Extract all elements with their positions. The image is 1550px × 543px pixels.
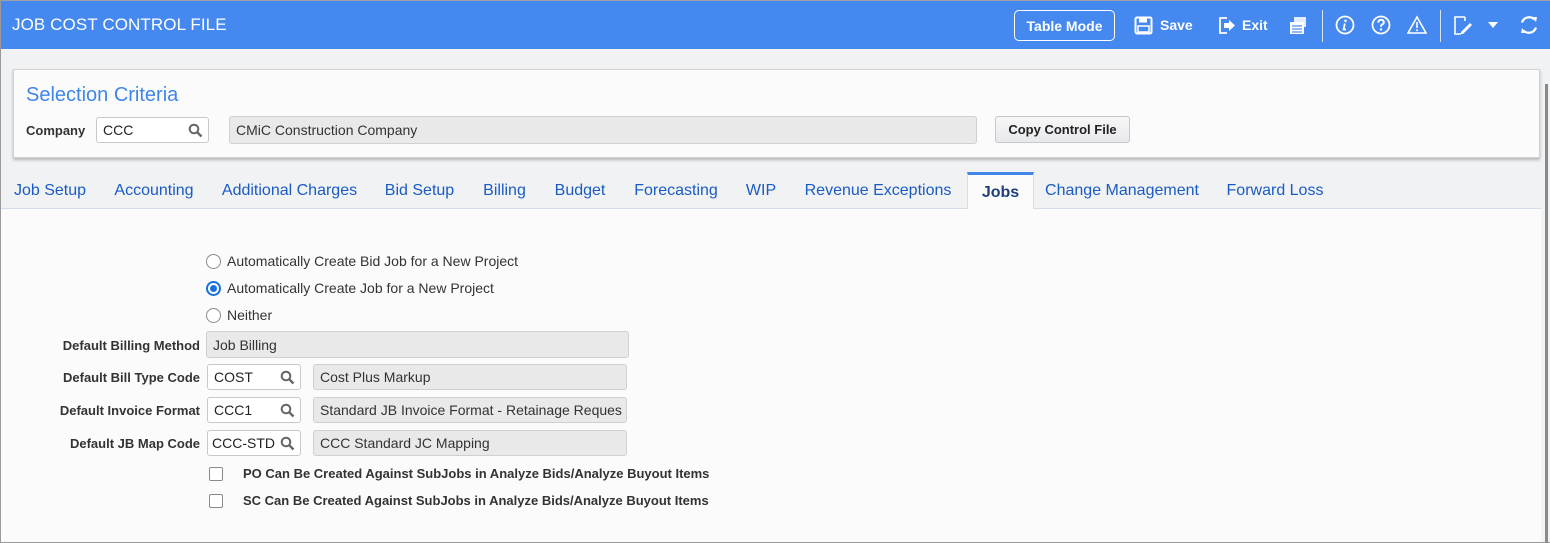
info-button[interactable]: [1335, 1, 1355, 49]
bill-type-code-value: COST: [214, 369, 253, 385]
copy-control-file-button[interactable]: Copy Control File: [995, 116, 1130, 143]
invoice-format-description: Standard JB Invoice Format - Retainage R…: [313, 397, 627, 423]
company-name-field: CMiC Construction Company: [229, 116, 977, 144]
tab-accounting[interactable]: Accounting: [99, 172, 209, 210]
checkbox-label: SC Can Be Created Against SubJobs in Ana…: [243, 493, 709, 508]
tab-bid-setup[interactable]: Bid Setup: [370, 172, 469, 210]
default-bill-type-code-input[interactable]: COST: [207, 364, 301, 390]
default-billing-method-label: Default Billing Method: [62, 338, 200, 353]
radio-button[interactable]: [206, 307, 221, 323]
default-invoice-format-input[interactable]: CCC1: [207, 397, 301, 423]
bill-type-description: Cost Plus Markup: [313, 364, 627, 390]
save-icon: [1134, 16, 1153, 35]
tab-forecasting[interactable]: Forecasting: [620, 172, 732, 210]
warning-icon: [1407, 15, 1427, 35]
tab-additional-charges[interactable]: Additional Charges: [209, 172, 370, 210]
chevron-down-icon: [1487, 20, 1499, 30]
company-input[interactable]: CCC: [96, 117, 209, 143]
exit-button[interactable]: Exit: [1218, 1, 1268, 49]
refresh-icon: [1519, 15, 1539, 35]
save-label: Save: [1160, 17, 1193, 33]
vertical-scrollbar[interactable]: [1545, 84, 1548, 543]
app-title: JOB COST CONTROL FILE: [12, 15, 227, 34]
radio-label: Automatically Create Job for a New Proje…: [227, 280, 494, 296]
radio-neither[interactable]: Neither: [206, 307, 272, 323]
invoice-format-value: CCC1: [214, 402, 253, 418]
toolbar-divider: [1322, 10, 1323, 42]
more-dropdown[interactable]: [1487, 1, 1499, 49]
radio-create-bid-job[interactable]: Automatically Create Bid Job for a New P…: [206, 253, 518, 269]
print-button[interactable]: [1289, 1, 1308, 49]
search-icon[interactable]: [280, 403, 295, 421]
jb-map-code-description: CCC Standard JC Mapping: [313, 430, 627, 456]
checkbox[interactable]: [209, 466, 223, 481]
tab-billing[interactable]: Billing: [469, 172, 540, 210]
tab-bar: Job Setup Accounting Additional Charges …: [1, 170, 1541, 210]
print-icon: [1289, 16, 1308, 35]
radio-button[interactable]: [206, 253, 221, 269]
tab-budget[interactable]: Budget: [540, 172, 620, 210]
default-jb-map-code-input[interactable]: CCC-STD: [207, 430, 301, 456]
company-value: CCC: [103, 122, 134, 138]
tab-change-management[interactable]: Change Management: [1034, 172, 1210, 210]
checkbox[interactable]: [209, 493, 223, 508]
warning-button[interactable]: [1407, 1, 1427, 49]
help-icon: [1371, 15, 1391, 35]
radio-label: Automatically Create Bid Job for a New P…: [227, 253, 519, 269]
selection-criteria-title: Selection Criteria: [26, 84, 179, 106]
checkbox-po-subjobs[interactable]: PO Can Be Created Against SubJobs in Ana…: [209, 466, 709, 481]
tab-forward-loss[interactable]: Forward Loss: [1210, 172, 1340, 210]
edit-icon: [1453, 15, 1473, 35]
top-bar: JOB COST CONTROL FILE Table Mode Save Ex…: [1, 0, 1550, 49]
edit-button[interactable]: [1453, 1, 1473, 49]
tab-revenue-exceptions[interactable]: Revenue Exceptions: [790, 172, 966, 210]
search-icon[interactable]: [280, 370, 295, 388]
search-icon[interactable]: [188, 123, 203, 141]
default-invoice-format-label: Default Invoice Format: [59, 403, 200, 418]
tab-wip[interactable]: WIP: [732, 172, 790, 210]
save-button[interactable]: Save: [1134, 1, 1193, 49]
jb-map-code-value: CCC-STD: [212, 435, 275, 451]
table-mode-button[interactable]: Table Mode: [1014, 10, 1115, 41]
exit-label: Exit: [1242, 17, 1268, 33]
company-label: Company: [26, 123, 86, 138]
default-jb-map-code-label: Default JB Map Code: [69, 436, 200, 451]
checkbox-sc-subjobs[interactable]: SC Can Be Created Against SubJobs in Ana…: [209, 493, 709, 508]
radio-create-job[interactable]: Automatically Create Job for a New Proje…: [206, 280, 494, 296]
checkbox-label: PO Can Be Created Against SubJobs in Ana…: [243, 466, 710, 481]
default-billing-method-field: Job Billing: [206, 331, 629, 358]
tab-jobs[interactable]: Jobs: [967, 172, 1034, 210]
refresh-button[interactable]: [1519, 1, 1539, 49]
jobs-tab-content: Automatically Create Bid Job for a New P…: [1, 209, 1541, 542]
info-icon: [1335, 15, 1355, 35]
help-button[interactable]: [1371, 1, 1391, 49]
default-bill-type-code-label: Default Bill Type Code: [63, 370, 200, 385]
selection-criteria-panel: Selection Criteria Company CCC CMiC Cons…: [13, 69, 1540, 158]
toolbar-divider: [1440, 10, 1441, 42]
radio-button-selected[interactable]: [206, 280, 221, 296]
tab-job-setup[interactable]: Job Setup: [1, 172, 99, 210]
search-icon[interactable]: [280, 436, 295, 454]
radio-label: Neither: [227, 307, 273, 323]
exit-icon: [1218, 16, 1237, 35]
